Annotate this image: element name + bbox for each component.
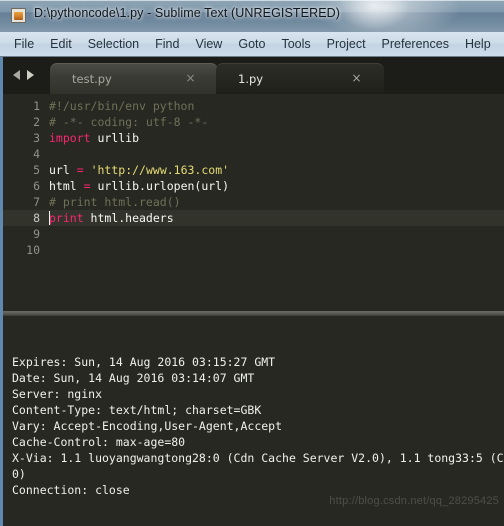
aero-glass-highlight-2 bbox=[339, 0, 409, 30]
menu-item-find[interactable]: Find bbox=[147, 35, 187, 53]
text-caret bbox=[49, 211, 50, 225]
line-number: 8 bbox=[33, 211, 40, 225]
menu-item-file[interactable]: File bbox=[6, 35, 42, 53]
code-line[interactable]: 10 bbox=[3, 242, 504, 258]
menu-item-preferences[interactable]: Preferences bbox=[374, 35, 457, 53]
code-token: html.headers bbox=[83, 211, 174, 225]
output-line: Server: nginx bbox=[12, 387, 103, 401]
output-line: Expires: Sun, 14 Aug 2016 03:15:27 GMT bbox=[12, 355, 276, 369]
code-token: # print html.read() bbox=[49, 195, 181, 209]
line-number: 7 bbox=[33, 195, 40, 209]
tab-test-py[interactable]: test.py × bbox=[50, 63, 218, 94]
menu-item-selection[interactable]: Selection bbox=[80, 35, 147, 53]
output-line: Date: Sun, 14 Aug 2016 03:14:07 GMT bbox=[12, 371, 255, 385]
menu-item-project[interactable]: Project bbox=[319, 35, 374, 53]
build-output-panel[interactable]: Expires: Sun, 14 Aug 2016 03:15:27 GMT Da… bbox=[3, 316, 504, 525]
output-line: 0) bbox=[12, 467, 26, 481]
output-line: Content-Type: text/html; charset=GBK bbox=[12, 403, 262, 417]
tab-bar: test.py × 1.py × bbox=[3, 57, 504, 94]
editor-body: test.py × 1.py × 1 #!/usr/bin/env python 2… bbox=[0, 57, 504, 526]
code-text: import urllib bbox=[40, 130, 139, 146]
code-text: # -*- coding: utf-8 -*- bbox=[40, 114, 208, 130]
menu-bar: File Edit Selection Find View Goto Tools… bbox=[0, 32, 504, 57]
menu-item-help[interactable]: Help bbox=[457, 35, 499, 53]
code-line[interactable]: 8 print html.headers bbox=[3, 210, 504, 226]
tab-nav-arrows bbox=[3, 57, 50, 94]
code-token: html bbox=[49, 179, 84, 193]
sublime-text-window: D:\pythoncode\1.py - Sublime Text (UNREG… bbox=[0, 0, 504, 526]
line-number: 10 bbox=[26, 243, 40, 257]
code-line[interactable]: 4 bbox=[3, 146, 504, 162]
output-line: Vary: Accept-Encoding,User-Agent,Accept bbox=[12, 419, 283, 433]
menu-item-view[interactable]: View bbox=[187, 35, 230, 53]
line-number: 1 bbox=[33, 99, 40, 113]
line-number: 9 bbox=[33, 227, 40, 241]
code-text: # print html.read() bbox=[40, 194, 181, 210]
output-line: X-Via: 1.1 luoyangwangtong28:0 (Cdn Cach… bbox=[12, 451, 504, 465]
code-line[interactable]: 7 # print html.read() bbox=[3, 194, 504, 210]
code-editor[interactable]: 1 #!/usr/bin/env python 2 # -*- coding: utf… bbox=[3, 94, 504, 311]
line-number: 6 bbox=[33, 179, 40, 193]
code-text: print html.headers bbox=[40, 210, 174, 226]
line-number: 5 bbox=[33, 163, 40, 177]
code-token: url bbox=[49, 163, 77, 177]
code-token: #!/usr/bin/env python bbox=[49, 99, 195, 113]
code-lines: 1 #!/usr/bin/env python 2 # -*- coding: utf… bbox=[3, 94, 504, 258]
code-line[interactable]: 1 #!/usr/bin/env python bbox=[3, 98, 504, 114]
code-text: #!/usr/bin/env python bbox=[40, 98, 194, 114]
title-bar: D:\pythoncode\1.py - Sublime Text (UNREG… bbox=[0, 0, 504, 32]
code-line[interactable]: 9 bbox=[3, 226, 504, 242]
sublime-text-icon bbox=[11, 8, 26, 23]
tab-1-py[interactable]: 1.py × bbox=[216, 63, 384, 94]
watermark-text: http://blog.csdn.net/qq_28295425 bbox=[329, 495, 499, 507]
line-number: 4 bbox=[33, 147, 40, 161]
menu-item-goto[interactable]: Goto bbox=[230, 35, 273, 53]
code-line[interactable]: 5 url = 'http://www.163.com' bbox=[3, 162, 504, 178]
close-icon[interactable]: × bbox=[185, 72, 196, 84]
code-token: urllib bbox=[90, 131, 140, 145]
menu-item-edit[interactable]: Edit bbox=[42, 35, 80, 53]
menu-item-tools[interactable]: Tools bbox=[273, 35, 318, 53]
output-line: Cache-Control: max-age=80 bbox=[12, 435, 186, 449]
code-text: url = 'http://www.163.com' bbox=[40, 162, 229, 178]
code-token: = bbox=[83, 179, 91, 193]
line-number: 3 bbox=[33, 131, 40, 145]
code-text: html = urllib.urlopen(url) bbox=[40, 178, 229, 194]
line-number: 2 bbox=[33, 115, 40, 129]
close-icon[interactable]: × bbox=[351, 72, 362, 84]
window-title: D:\pythoncode\1.py - Sublime Text (UNREG… bbox=[34, 6, 341, 20]
code-token: print bbox=[49, 211, 84, 225]
code-token: urllib.urlopen(url) bbox=[90, 179, 230, 193]
code-token: import bbox=[49, 131, 91, 145]
tab-label: 1.py bbox=[238, 72, 264, 86]
code-token: 'http://www.163.com' bbox=[90, 163, 230, 177]
tab-label: test.py bbox=[72, 72, 112, 86]
code-token: # -*- coding: utf-8 -*- bbox=[49, 115, 209, 129]
arrow-right-icon[interactable] bbox=[27, 70, 34, 80]
code-token: = bbox=[76, 163, 84, 177]
code-line[interactable]: 2 # -*- coding: utf-8 -*- bbox=[3, 114, 504, 130]
arrow-left-icon[interactable] bbox=[13, 70, 20, 80]
code-line[interactable]: 3 import urllib bbox=[3, 130, 504, 146]
code-line[interactable]: 6 html = urllib.urlopen(url) bbox=[3, 178, 504, 194]
